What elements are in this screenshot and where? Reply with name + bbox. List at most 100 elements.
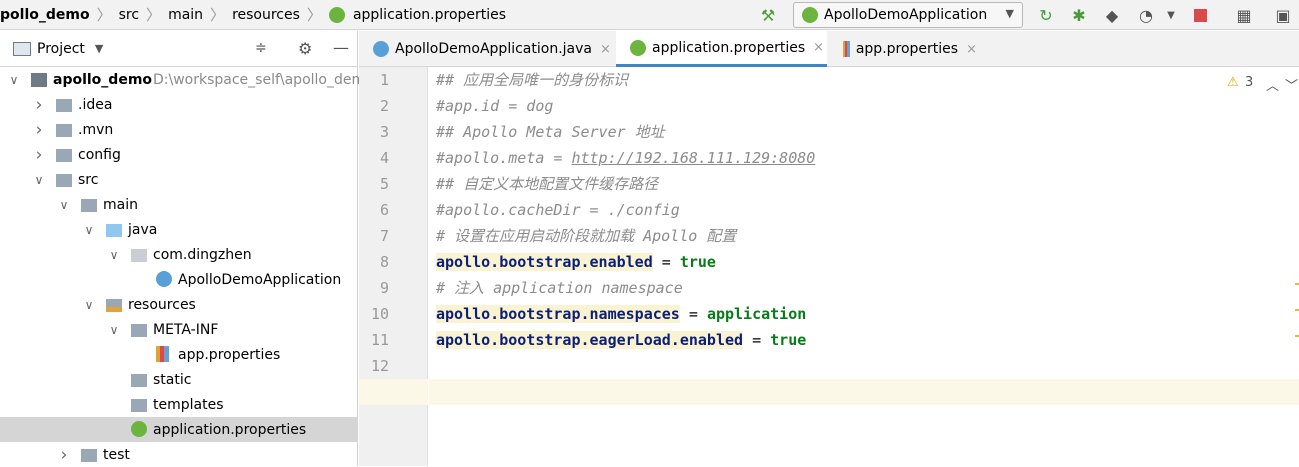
tree-item-java[interactable]: ∨ java [0, 217, 358, 242]
tree-item-label: config [78, 146, 121, 163]
current-line-highlight [429, 379, 1299, 405]
tree-item-label: .idea [78, 96, 113, 113]
code-line[interactable]: apollo.bootstrap.enabled = true [436, 249, 716, 275]
tree-item-apollodemoapplication[interactable]: ApolloDemoApplication [0, 267, 358, 292]
close-icon[interactable]: × [966, 42, 977, 57]
tree-item-mvn[interactable]: › .mvn [0, 117, 358, 142]
code-line[interactable]: apollo.bootstrap.namespaces = applicatio… [436, 301, 806, 327]
module-path: D:\workspace_self\apollo_demo [153, 71, 374, 88]
tree-item-main[interactable]: ∨ main [0, 192, 358, 217]
line-number: 11 [370, 331, 389, 349]
line-number: 9 [379, 279, 389, 297]
line-number: 10 [370, 305, 389, 323]
chevron-down-icon[interactable]: ▼ [95, 42, 103, 55]
code-line[interactable]: #apollo.meta = http://192.168.111.129:80… [436, 145, 815, 171]
tree-item-resources[interactable]: ∨ resources [0, 292, 358, 317]
rerun-icon[interactable]: ↻ [1035, 4, 1057, 26]
minimize-icon[interactable]: — [333, 38, 349, 57]
tree-item-label: java [128, 221, 158, 238]
tree-item-com-dingzhen[interactable]: ∨ com.dingzhen [0, 242, 358, 267]
chevron-down-icon[interactable]: ∨ [32, 173, 46, 187]
chevron-down-icon[interactable]: ▼ [1160, 4, 1182, 26]
chevron-down-icon[interactable]: ∨ [82, 298, 96, 312]
code-line[interactable]: #apollo.cacheDir = ./config [436, 197, 680, 223]
tree-item-application-properties[interactable]: application.properties [0, 417, 358, 442]
code-line[interactable]: ## 自定义本地配置文件缓存路径 [436, 171, 658, 197]
code-editor[interactable]: 12345678910111213 ## 应用全局唯一的身份标识#app.id … [359, 67, 1299, 466]
toggle-toolbar-icon[interactable]: ▣ [1272, 4, 1294, 26]
build-hammer-icon[interactable]: ⚒ [757, 4, 779, 26]
tree-item-templates[interactable]: templates [0, 392, 358, 417]
tab-app-properties[interactable]: app.properties × [827, 31, 977, 67]
tree-item-meta-inf[interactable]: ∨ META-INF [0, 317, 358, 342]
line-number: 1 [379, 71, 389, 89]
chevron-down-icon[interactable]: ∨ [7, 73, 21, 87]
close-icon[interactable]: × [600, 42, 611, 57]
code-line[interactable]: apollo.bootstrap.eagerLoad.enabled = tru… [436, 327, 806, 353]
code-line[interactable]: ## Apollo Meta Server 地址 [436, 119, 665, 145]
project-panel-title[interactable]: Project [37, 41, 85, 57]
breadcrumb-separator-icon: 〉 [210, 6, 226, 24]
stop-icon[interactable] [1189, 4, 1211, 26]
tree-item-config[interactable]: › config [0, 142, 358, 167]
coverage-shield-icon[interactable]: ◆ [1101, 4, 1123, 26]
comment: ## 应用全局唯一的身份标识 [436, 71, 629, 89]
resources-folder-icon [106, 299, 122, 312]
folder-icon [131, 324, 147, 337]
chevron-right-icon[interactable]: › [32, 145, 46, 165]
warning-count: 3 [1245, 75, 1254, 90]
chevron-down-icon[interactable]: ∨ [82, 223, 96, 237]
chevron-down-icon[interactable]: ∨ [57, 198, 71, 212]
tree-item-idea[interactable]: › .idea [0, 92, 358, 117]
comment: # 注入 application namespace [436, 279, 683, 297]
tree-item-app-properties[interactable]: app.properties [0, 342, 358, 367]
chevron-right-icon[interactable]: › [57, 445, 71, 465]
comment: #apollo.meta = [436, 149, 572, 167]
module-icon [31, 73, 47, 87]
breadcrumb-resources[interactable]: resources [228, 7, 304, 23]
chevron-down-icon[interactable]: ∨ [107, 248, 121, 262]
breadcrumb-project[interactable]: pollo_demo [0, 7, 94, 23]
chevron-right-icon[interactable]: › [32, 120, 46, 140]
gear-icon[interactable]: ⚙ [298, 39, 312, 58]
comment: # 设置在应用启动阶段就加载 Apollo 配置 [436, 227, 737, 245]
spring-properties-icon [328, 6, 345, 23]
code-line[interactable]: ## 应用全局唯一的身份标识 [436, 67, 628, 93]
url-link[interactable]: http://192.168.111.129:8080 [571, 149, 815, 167]
collapse-all-icon[interactable]: ≑ [255, 40, 267, 56]
chevron-down-icon[interactable]: ∨ [107, 323, 121, 337]
code-line[interactable]: # 注入 application namespace [436, 275, 683, 301]
tree-item-apollo-demo[interactable]: ∨ apollo_demo D:\workspace_self\apollo_dem… [0, 67, 374, 92]
tree-item-label: app.properties [178, 346, 281, 363]
breadcrumb-file[interactable]: application.properties [349, 7, 510, 23]
profiler-icon[interactable]: ◔ [1135, 4, 1157, 26]
run-configuration-select[interactable]: ApolloDemoApplication ▼ [793, 2, 1023, 28]
tab-apollo-demo-application-java[interactable]: ApolloDemoApplication.java × [359, 31, 616, 67]
folder-icon [56, 124, 72, 137]
property-value: true [679, 253, 716, 271]
breadcrumb-src[interactable]: src [115, 7, 143, 23]
next-highlight-icon[interactable]: ﹀ [1285, 75, 1298, 94]
chevron-right-icon[interactable]: › [32, 95, 46, 115]
project-structure-icon[interactable]: ▦ [1233, 4, 1255, 26]
tree-item-static[interactable]: static [0, 367, 358, 392]
comment: #apollo.cacheDir = ./config [436, 201, 680, 219]
code-line[interactable]: # 设置在应用启动阶段就加载 Apollo 配置 [436, 223, 736, 249]
line-number: 8 [379, 253, 389, 271]
line-number: 6 [379, 201, 389, 219]
close-icon[interactable]: × [813, 40, 824, 55]
tree-item-label: test [103, 446, 130, 463]
tree-item-label: application.properties [153, 421, 307, 438]
tab-application-properties[interactable]: application.properties × [616, 31, 827, 67]
breadcrumb-main[interactable]: main [164, 7, 207, 23]
tree-item-src[interactable]: ∨ src [0, 167, 358, 192]
previous-highlight-icon[interactable]: ︿ [1266, 75, 1279, 94]
tree-item-test[interactable]: › test [0, 442, 358, 467]
current-line-gutter-highlight [359, 379, 428, 405]
debug-bug-icon[interactable]: ✱ [1068, 4, 1090, 26]
tree-item-label: .mvn [78, 121, 114, 138]
warning-icon[interactable]: ⚠ [1227, 75, 1239, 90]
spring-boot-icon [802, 7, 818, 23]
code-line[interactable]: #app.id = dog [436, 93, 553, 119]
comment: ## 自定义本地配置文件缓存路径 [436, 175, 659, 193]
